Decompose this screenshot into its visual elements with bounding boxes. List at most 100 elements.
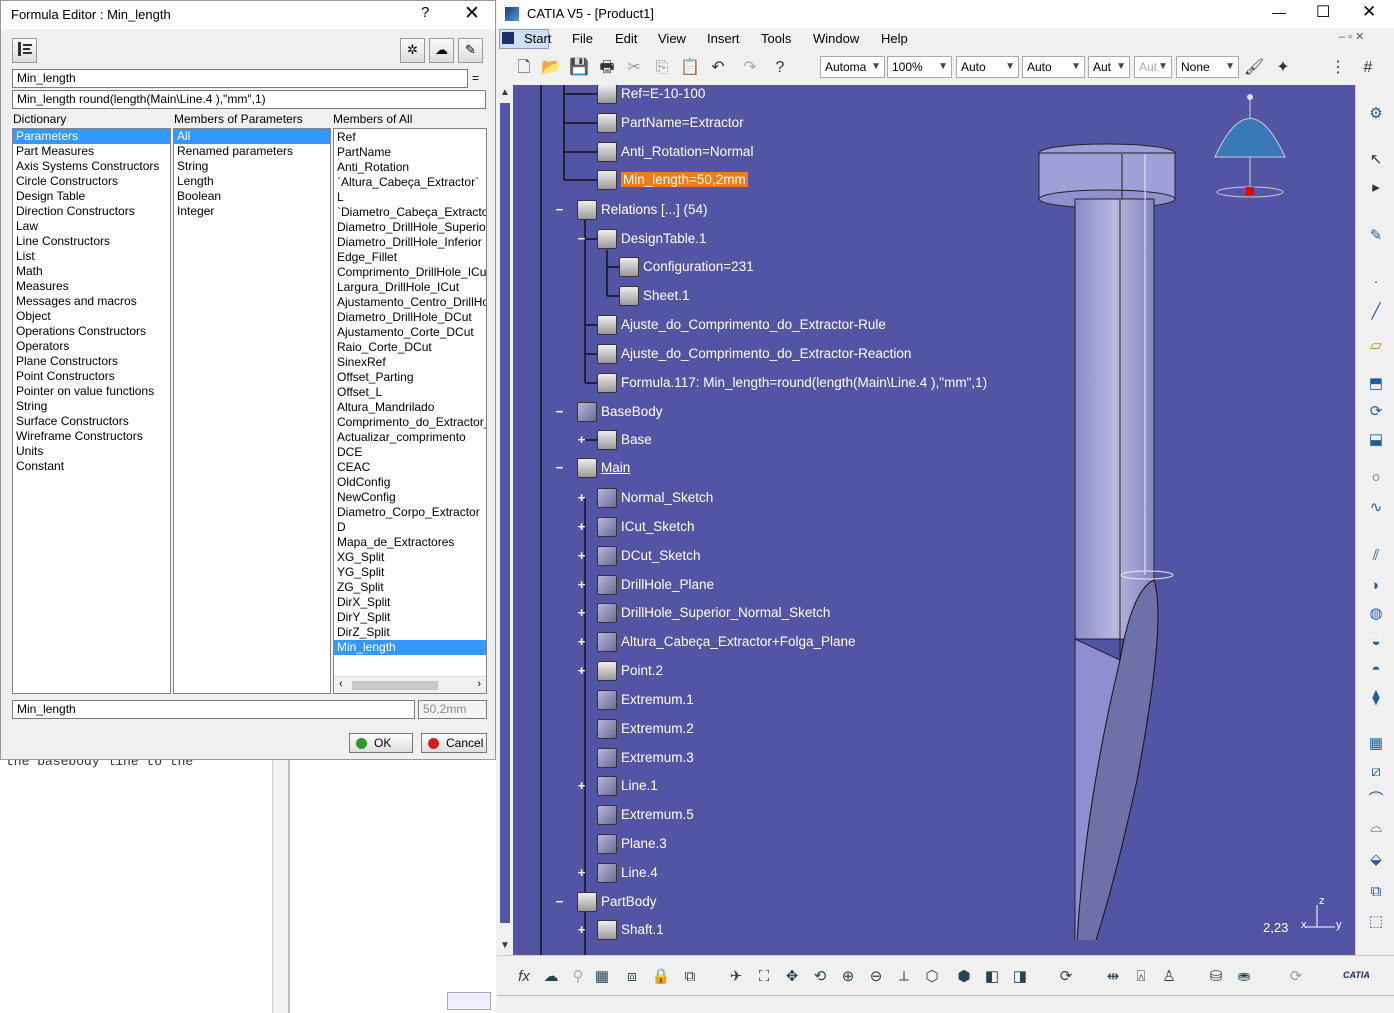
sketch-icon[interactable]: ✎ <box>1365 225 1387 247</box>
members-all-item[interactable]: DirZ_Split <box>334 625 486 640</box>
dictionary-item[interactable]: String <box>13 399 170 414</box>
catalog-icon[interactable]: ⧉ <box>679 966 701 988</box>
rotate-icon[interactable]: ⟲ <box>809 966 831 988</box>
collapse-icon[interactable]: − <box>554 895 565 908</box>
apply-material-icon[interactable]: ⛁ <box>1205 966 1227 988</box>
dictionary-item[interactable]: Part Measures <box>13 144 170 159</box>
transparency-combo[interactable]: 100% ▼ <box>887 56 952 78</box>
render-style-combo[interactable]: Aut ▼ <box>1134 56 1172 78</box>
collapse-icon[interactable]: − <box>554 405 565 418</box>
dictionary-item[interactable]: Point Constructors <box>13 369 170 384</box>
comment-icon[interactable]: ☁ <box>429 38 454 63</box>
zoom-out-icon[interactable]: ⊖ <box>865 966 887 988</box>
members-all-item[interactable]: L <box>334 190 486 205</box>
members-all-item[interactable]: Edge_Fillet <box>334 250 486 265</box>
cut-icon[interactable]: ✂ <box>623 57 645 79</box>
scroll-up-icon[interactable]: ▲ <box>500 87 510 98</box>
collapse-icon[interactable]: − <box>554 203 565 216</box>
measure-item-icon[interactable]: ⍓ <box>1130 966 1152 988</box>
tree-node[interactable]: Extremum.5 <box>597 804 694 826</box>
collapse-icon[interactable]: − <box>576 232 587 245</box>
members-all-item[interactable]: Altura_Mandrilado <box>334 400 486 415</box>
boundary-icon[interactable]: ⌓ <box>1365 817 1387 839</box>
tree-node[interactable]: Extremum.1 <box>597 689 694 711</box>
dictionary-item[interactable]: Law <box>13 219 170 234</box>
fill-icon[interactable]: ◍ <box>1365 603 1387 625</box>
workbench-icon[interactable]: ⚙ <box>1365 103 1387 125</box>
point-icon[interactable]: · <box>1365 271 1387 293</box>
formula-input[interactable]: Min_length round(length(Main\Line.4 ),"m… <box>12 90 486 109</box>
dictionary-item[interactable]: Surface Constructors <box>13 414 170 429</box>
view-mode-icons[interactable] <box>447 992 491 1010</box>
members-all-item[interactable]: Ajustamento_Centro_DrillHo <box>334 295 486 310</box>
members-all-item[interactable]: DirX_Split <box>334 595 486 610</box>
members-all-item[interactable]: XG_Split <box>334 550 486 565</box>
members-all-item[interactable]: DirY_Split <box>334 610 486 625</box>
parallel-curve-icon[interactable]: ⫽ <box>1365 545 1387 567</box>
scan-icon[interactable]: ⛂ <box>1233 966 1255 988</box>
members-all-item[interactable]: `Diametro_Cabeça_Extractor <box>334 205 486 220</box>
members-params-item[interactable]: Integer <box>174 204 330 219</box>
open-icon[interactable]: 📂 <box>540 57 562 79</box>
cancel-button[interactable]: Cancel <box>421 733 487 753</box>
members-all-item[interactable]: Actualizar_comprimento <box>334 430 486 445</box>
inertia-icon[interactable]: ♙ <box>1158 966 1180 988</box>
members-all-item[interactable]: Anti_Rotation <box>334 160 486 175</box>
dictionary-item[interactable]: Axis Systems Constructors <box>13 159 170 174</box>
members-all-item[interactable]: NewConfig <box>334 490 486 505</box>
circle-icon[interactable]: ○ <box>1365 467 1387 489</box>
expand-icon[interactable]: + <box>576 923 587 936</box>
expand-icon[interactable]: + <box>576 549 587 562</box>
refresh-icon[interactable]: ⟳ <box>1285 966 1307 988</box>
redo-icon[interactable]: ↷ <box>739 57 761 79</box>
menu-help[interactable]: Help <box>881 31 908 46</box>
dictionary-item[interactable]: Wireframe Constructors <box>13 429 170 444</box>
expand-icon[interactable]: + <box>576 779 587 792</box>
design-table-icon[interactable]: ▦ <box>591 966 613 988</box>
tree-node[interactable]: Plane.3 <box>597 833 667 855</box>
dictionary-item[interactable]: Parameters <box>13 129 170 144</box>
menu-tools[interactable]: Tools <box>761 31 791 46</box>
swap-space-icon[interactable]: ◨ <box>1009 966 1031 988</box>
dictionary-item[interactable]: Design Table <box>13 189 170 204</box>
members-all-item[interactable]: Comprimento_do_Extractor_ <box>334 415 486 430</box>
formula-icon[interactable]: fx <box>513 966 535 988</box>
tree-node[interactable]: DrillHole_Plane <box>597 574 714 596</box>
menu-file[interactable]: File <box>572 31 593 46</box>
join-icon[interactable]: ▦ <box>1365 733 1387 755</box>
close-button[interactable]: ✕ <box>464 2 480 25</box>
translate-icon[interactable]: ⧉ <box>1365 881 1387 903</box>
blend-icon[interactable]: ◒ <box>1365 631 1387 653</box>
members-all-item[interactable]: OldConfig <box>334 475 486 490</box>
tree-node[interactable]: ICut_Sketch <box>597 516 695 538</box>
members-all-item[interactable]: D <box>334 520 486 535</box>
members-all-item[interactable]: Min_length <box>334 640 486 655</box>
expand-icon[interactable]: + <box>576 664 587 677</box>
loft-icon[interactable]: ◗ <box>1365 575 1387 597</box>
members-params-item[interactable]: Boolean <box>174 189 330 204</box>
maximize-button[interactable]: ☐ <box>1316 2 1330 22</box>
tree-node[interactable]: BaseBody <box>577 401 663 423</box>
extrude-icon[interactable]: ⬒ <box>1365 373 1387 395</box>
members-params-item[interactable]: Length <box>174 174 330 189</box>
paste-icon[interactable]: 📋 <box>679 57 701 79</box>
dictionary-item[interactable]: Circle Constructors <box>13 174 170 189</box>
line-icon[interactable]: ╱ <box>1365 301 1387 323</box>
menu-insert[interactable]: Insert <box>707 31 740 46</box>
measure-between-icon[interactable]: ⇹ <box>1102 966 1124 988</box>
new-icon[interactable]: 🗋 <box>513 57 535 79</box>
tree-node[interactable]: Anti_Rotation=Normal <box>597 141 753 163</box>
grid-snap-icon[interactable]: ⋮ <box>1327 57 1349 79</box>
format-painter-icon[interactable]: 🖌 <box>1243 57 1265 79</box>
eraser-icon[interactable]: ✎ <box>458 38 483 63</box>
multisection-icon[interactable]: ⧫ <box>1365 687 1387 709</box>
tree-node[interactable]: DesignTable.1 <box>597 228 707 250</box>
tree-node[interactable]: Line.4 <box>597 862 658 884</box>
help-button[interactable]: ? <box>421 4 429 21</box>
plane-icon[interactable]: ▱ <box>1365 335 1387 357</box>
fly-icon[interactable]: ✈ <box>725 966 747 988</box>
line-type-combo[interactable]: Auto ▼ <box>1022 56 1085 78</box>
background-doc-scrollbar[interactable] <box>272 760 288 1013</box>
tree-node[interactable]: Min_length=50,2mm <box>597 169 748 191</box>
hide-show-icon[interactable]: ◧ <box>981 966 1003 988</box>
